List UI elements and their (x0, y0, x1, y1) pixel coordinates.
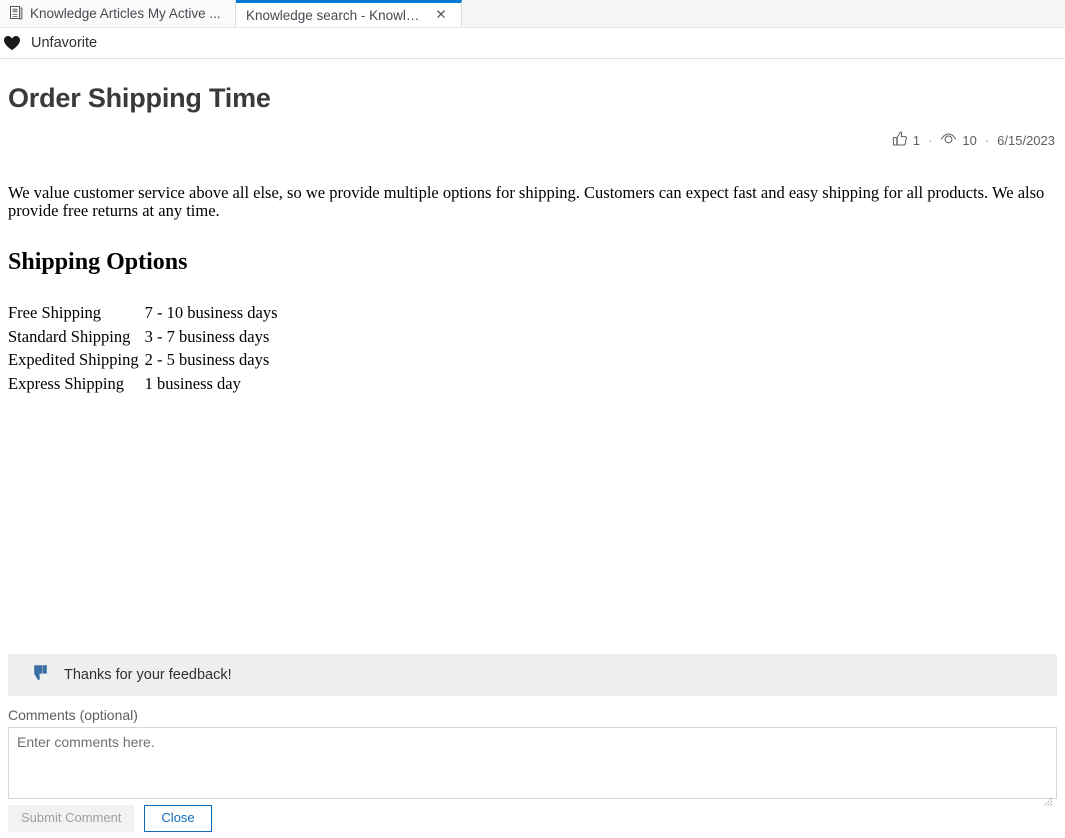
comments-label: Comments (optional) (8, 707, 1065, 723)
document-icon (10, 6, 23, 21)
tab-strip-empty-area (462, 0, 1065, 27)
article-paragraph: We value customer service above all else… (8, 184, 1057, 221)
submit-comment-button[interactable]: Submit Comment (8, 805, 134, 832)
feedback-footer: Thanks for your feedback! Comments (opti… (0, 654, 1065, 838)
like-count: 1 (913, 133, 920, 148)
like-count-group[interactable]: 1 (892, 131, 920, 150)
thumbs-up-icon[interactable] (892, 131, 908, 150)
shipping-options-table: Free Shipping 7 - 10 business days Stand… (8, 301, 278, 396)
browser-tab-knowledge-articles[interactable]: Knowledge Articles My Active ... (0, 0, 236, 27)
shipping-option-duration: 1 business day (139, 372, 278, 396)
view-count: 10 (962, 133, 976, 148)
comments-input[interactable] (8, 727, 1057, 799)
eye-icon (940, 132, 957, 149)
article-meta-row: 1 · 10 · 6/15/2023 (8, 130, 1057, 150)
table-row: Standard Shipping 3 - 7 business days (8, 325, 278, 349)
browser-tab-knowledge-search[interactable]: Knowledge search - Knowled... ✕ (236, 0, 462, 27)
close-button[interactable]: Close (144, 805, 211, 832)
shipping-option-duration: 3 - 7 business days (139, 325, 278, 349)
close-icon[interactable]: ✕ (433, 7, 449, 23)
article-section-heading: Shipping Options (8, 249, 1057, 276)
meta-separator-1: · (926, 133, 934, 148)
table-row: Free Shipping 7 - 10 business days (8, 301, 278, 325)
favorite-bar[interactable]: Unfavorite (0, 28, 1065, 58)
thumbs-down-filled-icon (28, 664, 48, 687)
heart-filled-icon[interactable] (3, 35, 21, 51)
view-count-group: 10 (940, 132, 976, 149)
feedback-button-row: Submit Comment Close (0, 799, 1065, 838)
favorite-toggle-label[interactable]: Unfavorite (31, 35, 97, 51)
meta-separator-2: · (983, 133, 991, 148)
shipping-option-duration: 7 - 10 business days (139, 301, 278, 325)
browser-tab-label: Knowledge Articles My Active ... (30, 6, 221, 21)
browser-tab-strip: Knowledge Articles My Active ... Knowled… (0, 0, 1065, 28)
article-date: 6/15/2023 (997, 133, 1055, 148)
table-row: Express Shipping 1 business day (8, 372, 278, 396)
shipping-option-name: Express Shipping (8, 372, 139, 396)
shipping-option-name: Expedited Shipping (8, 348, 139, 372)
table-row: Expedited Shipping 2 - 5 business days (8, 348, 278, 372)
browser-tab-label: Knowledge search - Knowled... (246, 8, 426, 23)
feedback-message: Thanks for your feedback! (64, 667, 232, 683)
article-container: Order Shipping Time 1 · 10 · 6/15/2023 (0, 83, 1065, 396)
shipping-option-name: Standard Shipping (8, 325, 139, 349)
header-divider (0, 58, 1065, 59)
shipping-option-duration: 2 - 5 business days (139, 348, 278, 372)
feedback-confirmation-bar: Thanks for your feedback! (8, 654, 1057, 696)
page-title: Order Shipping Time (8, 83, 1057, 114)
shipping-option-name: Free Shipping (8, 301, 139, 325)
